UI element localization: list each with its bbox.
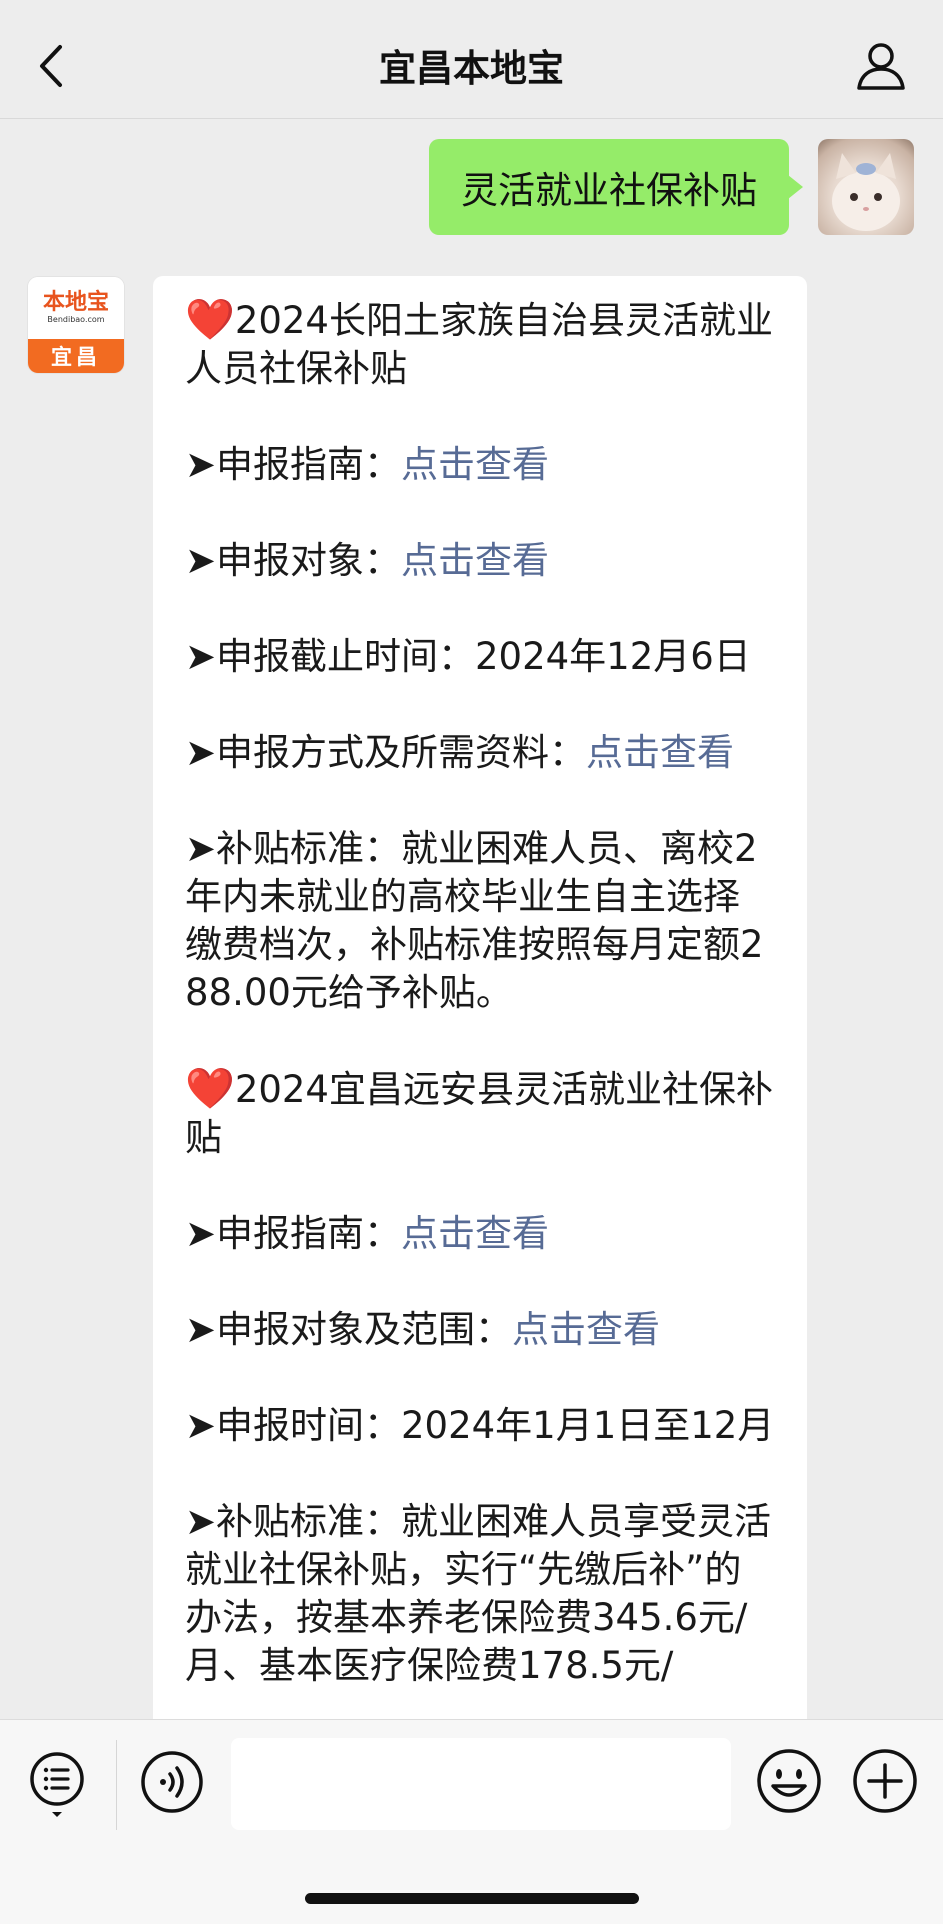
deadline-row: ➤申报截止时间：2024年12月6日 — [185, 635, 751, 678]
nav-bar: 宜昌本地宝 — [0, 0, 943, 119]
menu-button[interactable] — [28, 1750, 86, 1820]
time-row: ➤申报时间：2024年1月1日至12月 — [185, 1404, 775, 1447]
heart-icon: ❤️ — [185, 297, 235, 343]
target-row: ➤申报对象：点击查看 — [185, 539, 550, 582]
more-button[interactable] — [852, 1748, 918, 1814]
outgoing-message-bubble[interactable]: 灵活就业社保补贴 — [429, 139, 803, 235]
logo-text: 本地宝 — [42, 290, 109, 315]
target-scope-row: ➤申报对象及范围：点击查看 — [185, 1308, 661, 1351]
voice-icon — [141, 1751, 203, 1813]
heart-icon: ❤️ — [185, 1066, 235, 1112]
method-link[interactable]: 点击查看 — [586, 731, 734, 774]
voice-button[interactable] — [140, 1750, 204, 1814]
home-indicator[interactable] — [305, 1893, 639, 1904]
person-icon — [857, 43, 905, 90]
emoji-icon — [757, 1749, 821, 1813]
target-scope-link[interactable]: 点击查看 — [512, 1308, 660, 1351]
message-list[interactable]: 灵活就业社保补贴 本地宝 Bendibao.com 宜昌 ❤️2024长阳土家族… — [0, 119, 943, 1719]
guide-link[interactable]: 点击查看 — [401, 1212, 549, 1255]
cat-avatar-image — [832, 153, 900, 231]
page-title: 宜昌本地宝 — [379, 47, 564, 90]
section-title-changyang: ❤️2024长阳土家族自治县灵活就业人员社保补贴 — [185, 297, 773, 390]
guide-link[interactable]: 点击查看 — [401, 443, 549, 486]
method-row: ➤申报方式及所需资料：点击查看 — [185, 731, 735, 774]
outgoing-message-text: 灵活就业社保补贴 — [461, 169, 757, 212]
section-title-yuanan: ❤️2024宜昌远安县灵活就业社保补贴 — [185, 1066, 773, 1159]
standard-row: ➤补贴标准：就业困难人员、离校2年内未就业的高校毕业生自主选择缴费档次，补贴标准… — [185, 827, 764, 1014]
target-link[interactable]: 点击查看 — [401, 539, 549, 582]
incoming-message-bubble[interactable]: ❤️2024长阳土家族自治县灵活就业人员社保补贴 ➤申报指南：点击查看 ➤申报对… — [153, 276, 807, 1719]
standard-row: ➤补贴标准：就业困难人员享受灵活就业社保补贴，实行“先缴后补”的办法，按基本养老… — [185, 1500, 772, 1687]
chat-screen: 宜昌本地宝 灵活就业社保补贴 本地宝 Bendibao.com 宜昌 ❤️202… — [0, 0, 943, 1924]
guide-row: ➤申报指南：点击查看 — [185, 443, 550, 486]
profile-button[interactable] — [853, 38, 909, 94]
user-avatar[interactable] — [818, 139, 914, 235]
list-menu-icon — [30, 1752, 84, 1817]
official-account-avatar[interactable]: 本地宝 Bendibao.com 宜昌 — [28, 277, 124, 373]
logo-subtext: Bendibao.com — [47, 315, 105, 324]
toolbar-divider — [116, 1740, 117, 1830]
guide-row: ➤申报指南：点击查看 — [185, 1212, 550, 1255]
message-input[interactable] — [231, 1738, 731, 1830]
logo-city: 宜昌 — [28, 339, 124, 373]
plus-icon — [853, 1749, 917, 1813]
emoji-button[interactable] — [756, 1748, 822, 1814]
